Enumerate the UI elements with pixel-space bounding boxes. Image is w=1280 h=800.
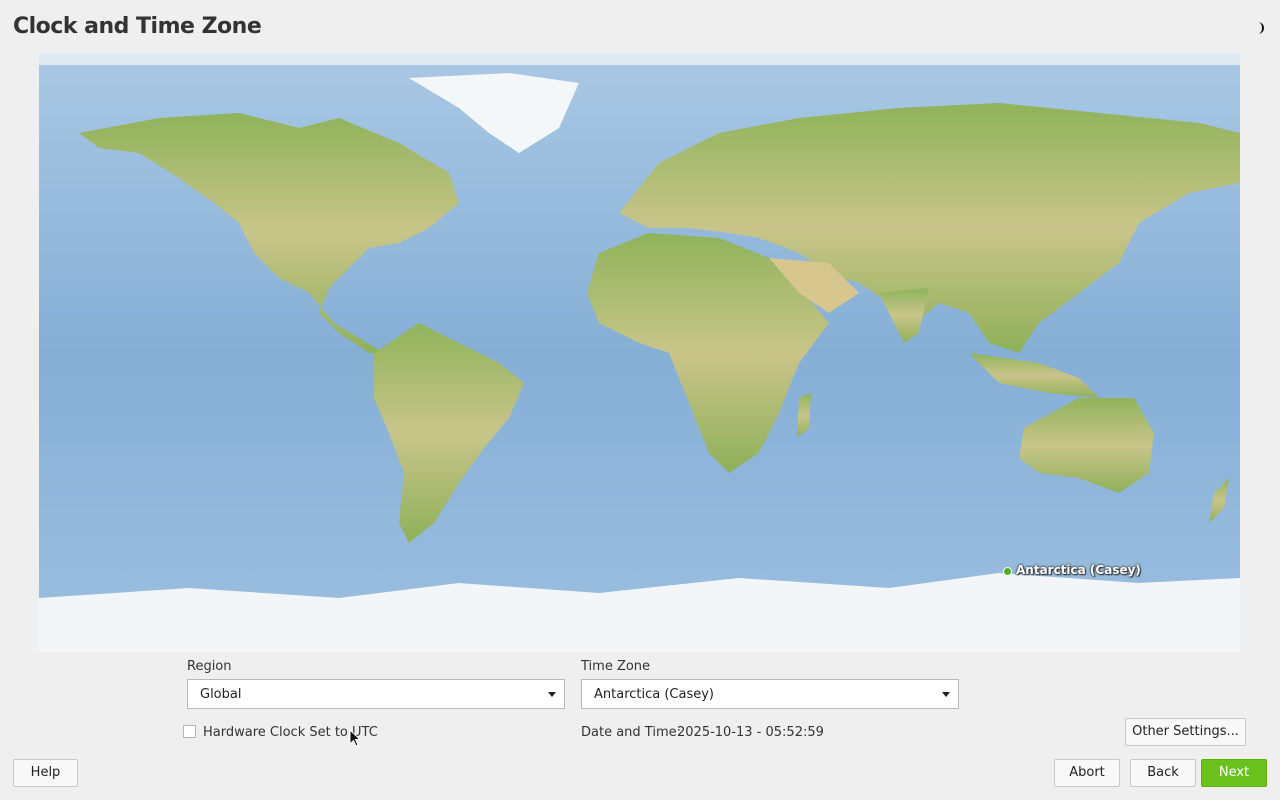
- date-time-value: 2025-10-13 - 05:52:59: [677, 725, 824, 740]
- timezone-label: Time Zone: [581, 659, 651, 674]
- help-button[interactable]: Help: [13, 759, 78, 787]
- back-button[interactable]: Back: [1130, 759, 1196, 787]
- timezone-marker[interactable]: [1004, 568, 1011, 575]
- timezone-value: Antarctica (Casey): [594, 687, 715, 702]
- region-label: Region: [187, 659, 232, 674]
- region-select[interactable]: Global: [187, 679, 565, 709]
- hardware-clock-checkbox[interactable]: [183, 725, 196, 738]
- selected-timezone-label: Antarctica (Casey): [1016, 563, 1141, 577]
- chevron-down-icon: [942, 692, 950, 697]
- page-title: Clock and Time Zone: [13, 14, 262, 39]
- chevron-down-icon: [548, 692, 556, 697]
- half-moon-icon[interactable]: [1250, 20, 1266, 36]
- date-time-label: Date and Time:: [581, 725, 681, 740]
- next-button[interactable]: Next: [1201, 759, 1267, 787]
- other-settings-button[interactable]: Other Settings...: [1125, 718, 1246, 746]
- region-value: Global: [200, 687, 242, 702]
- abort-button[interactable]: Abort: [1054, 759, 1120, 787]
- timezone-select[interactable]: Antarctica (Casey): [581, 679, 959, 709]
- mouse-pointer-icon: [349, 729, 361, 747]
